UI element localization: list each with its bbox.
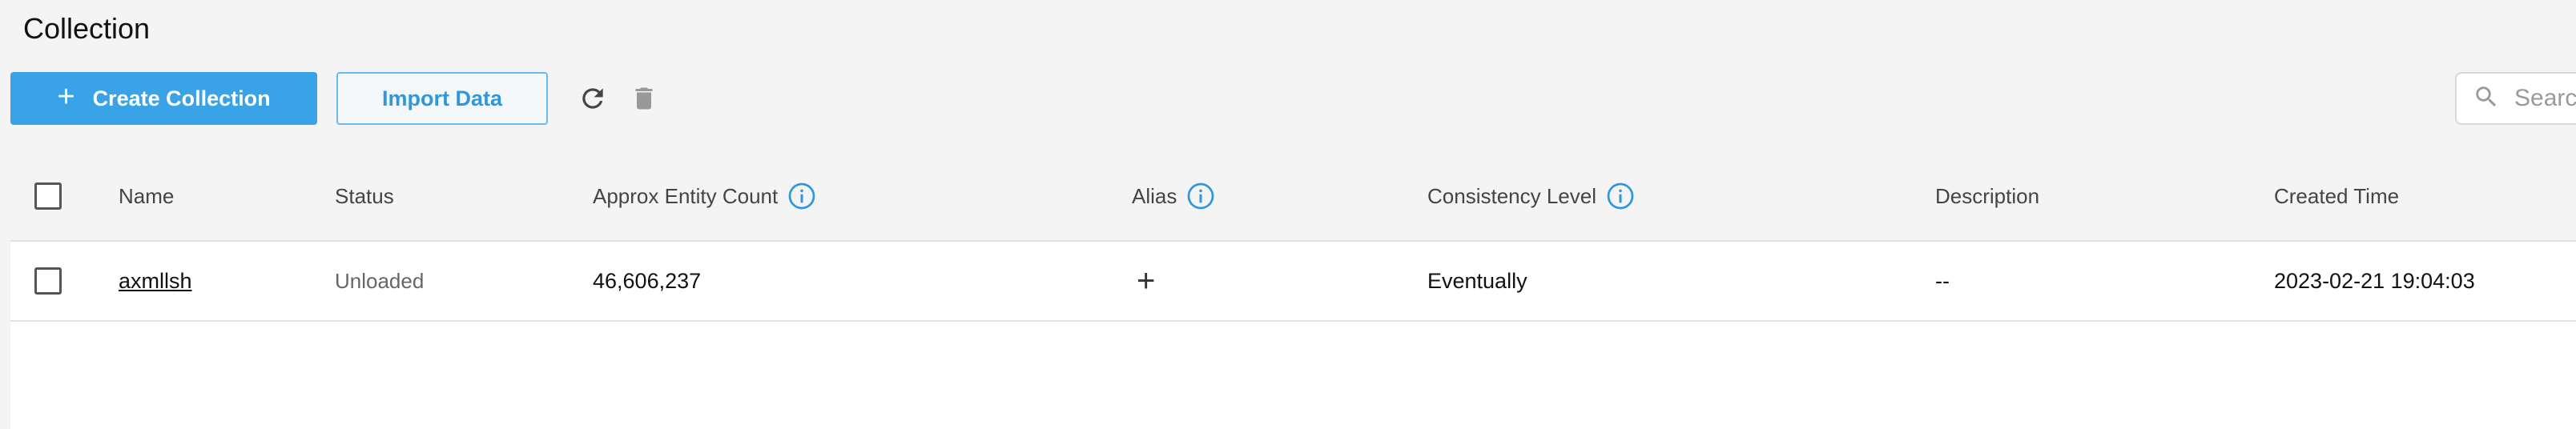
column-header-name[interactable]: Name xyxy=(119,152,174,240)
created-time-value: 2023-02-21 19:04:03 xyxy=(2274,268,2475,293)
table-header: Name Status Approx Entity Count Alias Co… xyxy=(10,152,2576,242)
info-icon[interactable] xyxy=(787,182,816,210)
entity-count-value: 46,606,237 xyxy=(593,268,702,293)
add-alias-button[interactable]: + xyxy=(1137,265,1155,297)
column-header-description[interactable]: Description xyxy=(1935,152,2039,240)
alias-cell: + xyxy=(1137,242,1155,320)
info-icon[interactable] xyxy=(1186,182,1215,210)
name-cell: axmllsh xyxy=(119,242,192,320)
column-header-created-time[interactable]: Created Time xyxy=(2274,152,2399,240)
info-icon[interactable] xyxy=(1606,182,1635,210)
created-time-cell: 2023-02-21 19:04:03 xyxy=(2274,242,2475,320)
collection-name-link[interactable]: axmllsh xyxy=(119,269,192,294)
row-checkbox[interactable] xyxy=(34,267,62,295)
import-data-button[interactable]: Import Data xyxy=(336,72,548,125)
entity-count-cell: 46,606,237 xyxy=(593,242,701,320)
trash-icon[interactable] xyxy=(626,81,662,116)
page-title: Collection xyxy=(23,12,151,45)
search-icon xyxy=(2473,83,2500,114)
import-data-label: Import Data xyxy=(381,86,503,110)
plus-icon: + xyxy=(57,80,75,114)
column-header-consistency[interactable]: Consistency Level xyxy=(1427,152,1635,240)
consistency-value: Eventually xyxy=(1427,268,1527,293)
status-cell: Unloaded xyxy=(335,242,424,320)
column-header-entity-count[interactable]: Approx Entity Count xyxy=(593,152,816,240)
create-collection-label: Create Collection xyxy=(92,86,271,110)
create-collection-button[interactable]: + Create Collection xyxy=(10,72,317,125)
description-cell: -- xyxy=(1935,242,1950,320)
search-input[interactable] xyxy=(2514,85,2576,112)
description-value: -- xyxy=(1935,268,1950,293)
consistency-cell: Eventually xyxy=(1427,242,1527,320)
refresh-icon[interactable] xyxy=(575,81,610,116)
search-box[interactable] xyxy=(2455,72,2576,125)
select-all-cell xyxy=(34,152,62,240)
column-header-alias[interactable]: Alias xyxy=(1132,152,1215,240)
row-select-cell xyxy=(34,242,62,320)
column-header-status[interactable]: Status xyxy=(335,152,394,240)
status-text: Unloaded xyxy=(335,268,425,293)
toolbar: + Create Collection Import Data xyxy=(10,72,2576,125)
table-row[interactable]: axmllsh Unloaded 46,606,237 + Eventually… xyxy=(10,242,2576,322)
select-all-checkbox[interactable] xyxy=(34,182,62,210)
collection-table: Name Status Approx Entity Count Alias Co… xyxy=(10,152,2576,429)
